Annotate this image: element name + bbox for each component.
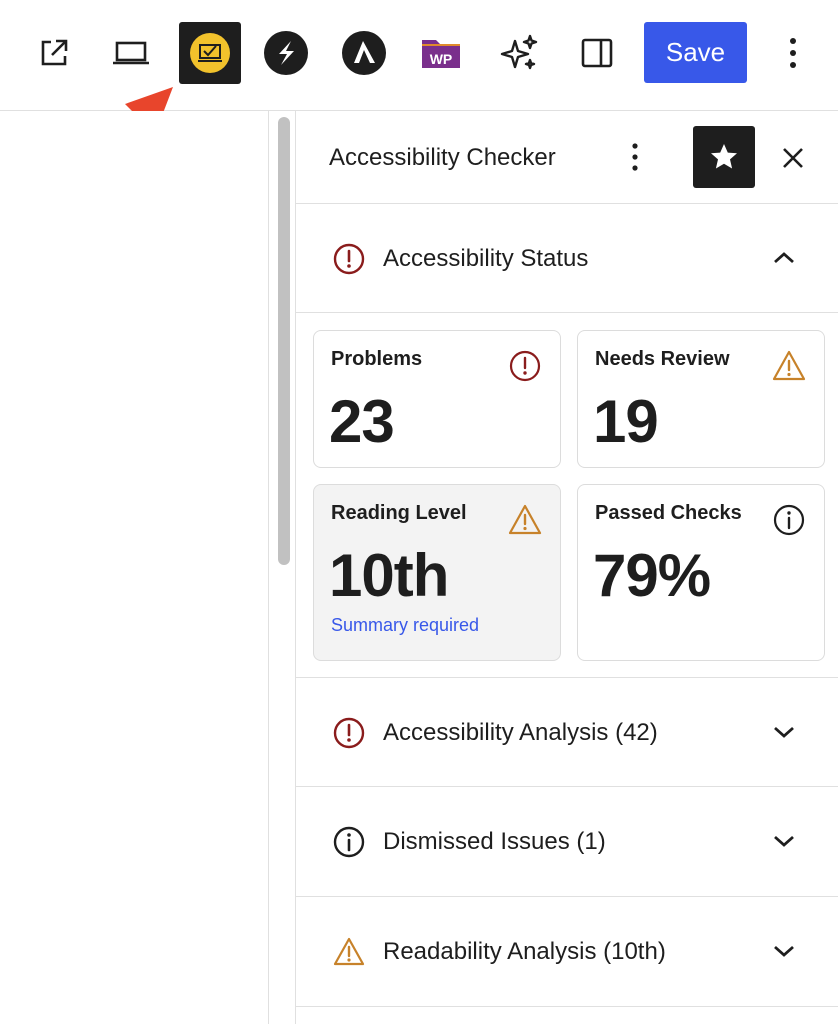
stat-value: 19 [593,388,659,455]
accessibility-checker-plugin-icon[interactable] [179,22,241,84]
stat-value: 10th [329,542,449,609]
panel-label: Accessibility Status [383,245,589,272]
warning-triangle-icon [333,937,365,966]
external-link-icon[interactable] [23,22,85,84]
panel-label: Readability Analysis (10th) [383,938,666,965]
stat-card-problems[interactable]: Problems 23 [313,330,561,468]
astra-plugin-icon[interactable] [333,22,395,84]
save-button[interactable]: Save [644,22,747,83]
info-circle-icon [333,826,365,858]
wp-plugin-label: WP [430,51,453,67]
chevron-up-icon[interactable] [770,246,798,270]
ai-sparkle-icon[interactable] [488,22,550,84]
plugin-sidebar: Accessibility Checker Accessibility Stat… [295,111,838,1024]
scrollbar-thumb[interactable] [278,117,290,565]
close-icon[interactable] [776,141,810,175]
stat-label: Reading Level [331,502,467,524]
canvas-scrollbar[interactable] [268,111,296,1024]
stat-label: Passed Checks [595,502,742,524]
warning-triangle-icon [508,504,542,535]
pin-star-button[interactable] [693,126,755,188]
stat-card-passed-checks[interactable]: Passed Checks 79% [577,484,825,661]
panel-dismissed-issues[interactable]: Dismissed Issues (1) [296,787,838,897]
star-icon [711,144,737,169]
stat-value: 23 [329,388,395,455]
stat-card-needs-review[interactable]: Needs Review 19 [577,330,825,468]
panel-label: Accessibility Analysis (42) [383,719,658,746]
panel-label: Dismissed Issues (1) [383,828,606,855]
alert-circle-icon [333,243,365,275]
sidebar-options-icon[interactable] [621,135,649,179]
summary-required-link[interactable]: Summary required [331,615,479,636]
editor-canvas[interactable] [0,111,268,1024]
laptop-preview-icon[interactable] [100,22,162,84]
stat-value: 79% [593,542,711,609]
chevron-down-icon[interactable] [770,720,798,744]
alert-circle-icon [509,350,541,382]
alert-circle-icon [333,717,365,749]
info-circle-icon [773,504,805,536]
chevron-down-icon[interactable] [770,829,798,853]
options-menu-icon[interactable] [762,22,824,84]
stat-label: Problems [331,348,423,370]
panel-readability-analysis[interactable]: Readability Analysis (10th) [296,897,838,1007]
stat-label: Needs Review [595,348,730,370]
panel-accessibility-analysis[interactable]: Accessibility Analysis (42) [296,678,838,787]
sidebar-toggle-icon[interactable] [566,22,628,84]
wp-plugin-icon[interactable]: WP [410,22,472,84]
panel-accessibility-status[interactable]: Accessibility Status [296,204,838,313]
sidebar-title: Accessibility Checker [329,144,556,171]
stat-card-reading-level[interactable]: Reading Level 10th Summary required [313,484,561,661]
sidebar-header: Accessibility Checker [296,111,838,204]
chevron-down-icon[interactable] [770,939,798,963]
warning-triangle-icon [772,350,806,381]
plugin-s-icon[interactable] [255,22,317,84]
